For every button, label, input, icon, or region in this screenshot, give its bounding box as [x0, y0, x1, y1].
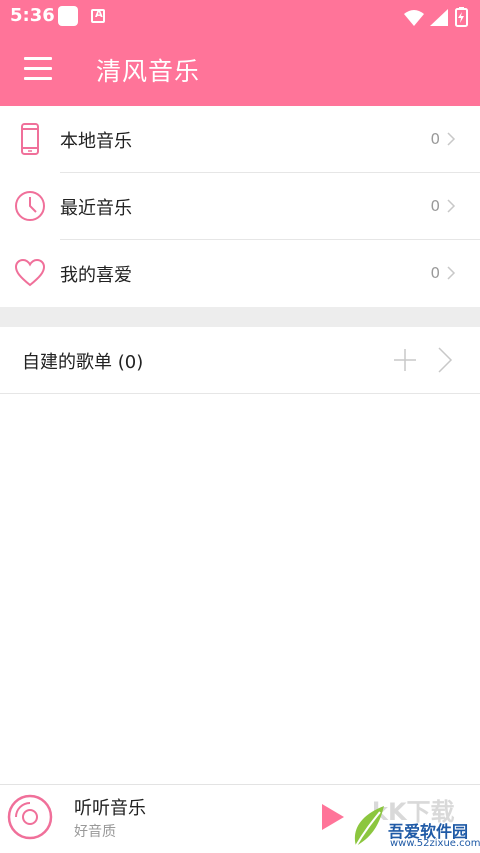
chevron-right-icon: [447, 132, 456, 146]
clock-icon: [15, 191, 45, 221]
menu-item-local-music[interactable]: 本地音乐 0: [0, 106, 480, 173]
battery-icon: [455, 7, 468, 27]
menu-item-label: 本地音乐: [60, 131, 132, 152]
notification-square-icon: [58, 6, 78, 26]
signal-icon: [430, 9, 448, 26]
menu-item-count: 0: [430, 197, 440, 215]
menu-item-label: 最近音乐: [60, 198, 132, 219]
mini-player[interactable]: 听听音乐 好音质: [0, 784, 480, 853]
chevron-right-icon[interactable]: [437, 346, 453, 374]
chevron-right-icon: [447, 199, 456, 213]
menu-item-recent-music[interactable]: 最近音乐 0: [0, 173, 480, 240]
add-playlist-icon[interactable]: [393, 348, 417, 372]
library-menu: 本地音乐 0 最近音乐 0 我的喜爱 0: [0, 106, 480, 307]
section-separator: [0, 307, 480, 327]
app-title: 清风音乐: [96, 57, 201, 86]
heart-icon: [14, 258, 46, 287]
notification-a-icon: A: [91, 9, 105, 23]
hamburger-menu-icon[interactable]: [24, 57, 52, 81]
play-icon[interactable]: [320, 802, 346, 832]
wifi-icon: [404, 10, 424, 26]
my-playlists-row[interactable]: 自建的歌单 (0): [0, 327, 480, 394]
app-bar: 清风音乐: [0, 34, 480, 106]
menu-item-count: 0: [430, 264, 440, 282]
status-time: 5:36: [10, 5, 55, 26]
song-title: 听听音乐: [74, 798, 146, 819]
chevron-right-icon: [447, 266, 456, 280]
menu-item-favorites[interactable]: 我的喜爱 0: [0, 240, 480, 307]
song-subtitle: 好音质: [74, 824, 116, 840]
disc-icon[interactable]: [7, 794, 53, 840]
playlist-header-label: 自建的歌单 (0): [22, 352, 144, 373]
status-bar: 5:36 A: [0, 0, 480, 34]
phone-icon: [21, 123, 39, 155]
menu-item-label: 我的喜爱: [60, 265, 132, 286]
status-icons: [404, 7, 468, 27]
menu-item-count: 0: [430, 130, 440, 148]
